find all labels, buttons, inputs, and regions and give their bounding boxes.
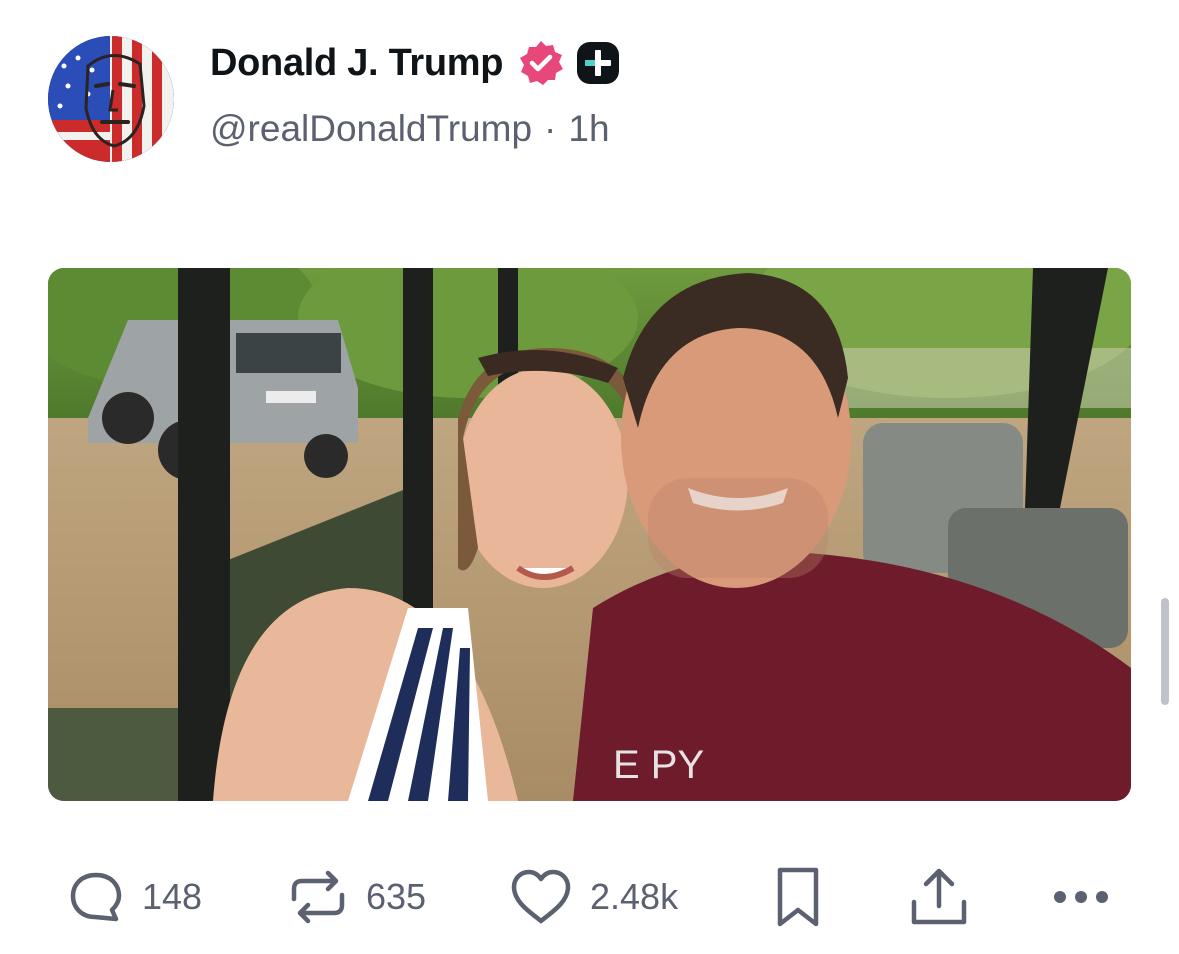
repost-button[interactable]: 635 xyxy=(288,862,426,932)
repost-count: 635 xyxy=(366,876,427,917)
post-media-photo[interactable]: E PY xyxy=(48,268,1131,801)
scrollbar-thumb[interactable] xyxy=(1161,598,1169,705)
flag-face-avatar-image xyxy=(48,36,174,162)
author-name-row[interactable]: Donald J. Trump xyxy=(210,38,621,88)
author-handle[interactable]: @realDonaldTrump xyxy=(210,108,532,150)
more-options-button[interactable] xyxy=(1052,862,1114,932)
avatar[interactable] xyxy=(48,36,174,162)
author-display-name[interactable]: Donald J. Trump xyxy=(210,42,504,85)
bookmark-button[interactable] xyxy=(774,862,822,932)
reply-count: 148 xyxy=(142,876,203,917)
like-button[interactable]: 2.48k xyxy=(510,862,678,932)
repost-icon xyxy=(291,870,345,924)
share-button[interactable] xyxy=(908,862,970,932)
share-icon xyxy=(911,868,967,925)
selfie-photo: E PY xyxy=(48,268,1131,801)
shirt-print: E PY xyxy=(613,743,704,787)
reply-button[interactable]: 148 xyxy=(68,862,202,932)
bookmark-icon xyxy=(777,867,819,927)
meta-separator: · xyxy=(544,108,557,149)
post-action-bar: 148 635 2.48k xyxy=(0,862,1179,932)
reply-icon xyxy=(70,872,122,922)
more-icon xyxy=(1054,891,1108,903)
heart-icon xyxy=(511,869,571,924)
post-time[interactable]: 1h xyxy=(568,108,609,150)
plus-badge-icon xyxy=(577,42,620,84)
verified-badge-icon xyxy=(520,41,564,85)
like-count: 2.48k xyxy=(590,876,679,917)
author-meta-row: @realDonaldTrump · 1h xyxy=(210,108,610,150)
